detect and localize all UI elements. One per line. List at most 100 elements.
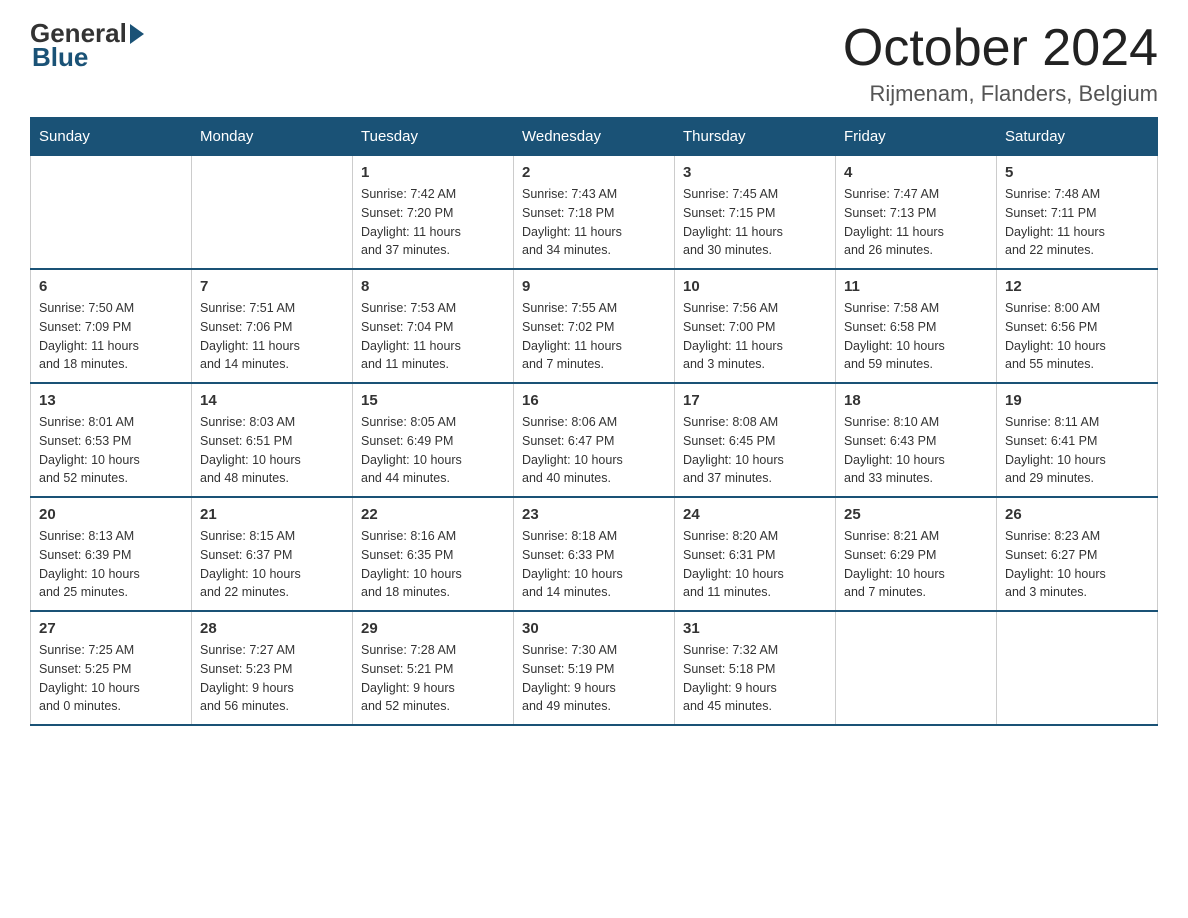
day-number: 23: [522, 506, 666, 523]
day-info: Sunrise: 7:28 AM Sunset: 5:21 PM Dayligh…: [361, 641, 505, 716]
day-number: 16: [522, 392, 666, 409]
cell-w3-d3: 16 Sunrise: 8:06 AM Sunset: 6:47 PM Dayli…: [514, 383, 675, 497]
cell-w4-d0: 20 Sunrise: 8:13 AM Sunset: 6:39 PM Dayli…: [31, 497, 192, 611]
day-info: Sunrise: 8:10 AM Sunset: 6:43 PM Dayligh…: [844, 413, 988, 488]
calendar-table: SundayMondayTuesdayWednesdayThursdayFrid…: [30, 117, 1158, 726]
cell-w2-d0: 6 Sunrise: 7:50 AM Sunset: 7:09 PM Daylig…: [31, 269, 192, 383]
day-info: Sunrise: 7:51 AM Sunset: 7:06 PM Dayligh…: [200, 299, 344, 374]
cell-w4-d3: 23Sunrise: 8:18 AM Sunset: 6:33 PM Dayli…: [514, 497, 675, 611]
week-row-2: 6 Sunrise: 7:50 AM Sunset: 7:09 PM Daylig…: [31, 269, 1158, 383]
cell-w1-d0: [31, 156, 192, 270]
page-header: General Blue October 2024 Rijmenam, Flan…: [30, 20, 1158, 107]
day-info: Sunrise: 8:15 AM Sunset: 6:37 PM Dayligh…: [200, 527, 344, 602]
day-info: Sunrise: 8:11 AM Sunset: 6:41 PM Dayligh…: [1005, 413, 1149, 488]
day-number: 30: [522, 620, 666, 637]
cell-w3-d6: 19Sunrise: 8:11 AM Sunset: 6:41 PM Dayli…: [997, 383, 1158, 497]
day-info: Sunrise: 7:43 AM Sunset: 7:18 PM Dayligh…: [522, 185, 666, 260]
cell-w4-d4: 24 Sunrise: 8:20 AM Sunset: 6:31 PM Dayli…: [675, 497, 836, 611]
cell-w4-d6: 26 Sunrise: 8:23 AM Sunset: 6:27 PM Dayli…: [997, 497, 1158, 611]
cell-w3-d4: 17Sunrise: 8:08 AM Sunset: 6:45 PM Dayli…: [675, 383, 836, 497]
cell-w2-d2: 8 Sunrise: 7:53 AM Sunset: 7:04 PM Daylig…: [353, 269, 514, 383]
day-info: Sunrise: 7:53 AM Sunset: 7:04 PM Dayligh…: [361, 299, 505, 374]
day-number: 13: [39, 392, 183, 409]
day-info: Sunrise: 8:23 AM Sunset: 6:27 PM Dayligh…: [1005, 527, 1149, 602]
day-info: Sunrise: 7:42 AM Sunset: 7:20 PM Dayligh…: [361, 185, 505, 260]
day-info: Sunrise: 7:47 AM Sunset: 7:13 PM Dayligh…: [844, 185, 988, 260]
day-number: 8: [361, 278, 505, 295]
day-number: 2: [522, 164, 666, 181]
header-monday: Monday: [192, 118, 353, 156]
cell-w1-d2: 1 Sunrise: 7:42 AM Sunset: 7:20 PM Daylig…: [353, 156, 514, 270]
header-thursday: Thursday: [675, 118, 836, 156]
day-number: 1: [361, 164, 505, 181]
day-info: Sunrise: 8:08 AM Sunset: 6:45 PM Dayligh…: [683, 413, 827, 488]
day-number: 24: [683, 506, 827, 523]
logo-arrow-icon: [130, 24, 144, 44]
day-info: Sunrise: 8:03 AM Sunset: 6:51 PM Dayligh…: [200, 413, 344, 488]
day-number: 4: [844, 164, 988, 181]
cell-w3-d1: 14 Sunrise: 8:03 AM Sunset: 6:51 PM Dayli…: [192, 383, 353, 497]
cell-w1-d6: 5 Sunrise: 7:48 AM Sunset: 7:11 PM Daylig…: [997, 156, 1158, 270]
cell-w2-d3: 9Sunrise: 7:55 AM Sunset: 7:02 PM Daylig…: [514, 269, 675, 383]
day-info: Sunrise: 7:56 AM Sunset: 7:00 PM Dayligh…: [683, 299, 827, 374]
day-number: 15: [361, 392, 505, 409]
cell-w2-d1: 7Sunrise: 7:51 AM Sunset: 7:06 PM Daylig…: [192, 269, 353, 383]
day-info: Sunrise: 8:20 AM Sunset: 6:31 PM Dayligh…: [683, 527, 827, 602]
day-number: 20: [39, 506, 183, 523]
day-info: Sunrise: 7:50 AM Sunset: 7:09 PM Dayligh…: [39, 299, 183, 374]
cell-w5-d5: [836, 611, 997, 725]
week-row-3: 13 Sunrise: 8:01 AM Sunset: 6:53 PM Dayli…: [31, 383, 1158, 497]
day-info: Sunrise: 7:45 AM Sunset: 7:15 PM Dayligh…: [683, 185, 827, 260]
day-info: Sunrise: 7:58 AM Sunset: 6:58 PM Dayligh…: [844, 299, 988, 374]
day-number: 18: [844, 392, 988, 409]
header-friday: Friday: [836, 118, 997, 156]
day-number: 12: [1005, 278, 1149, 295]
day-number: 29: [361, 620, 505, 637]
day-info: Sunrise: 7:27 AM Sunset: 5:23 PM Dayligh…: [200, 641, 344, 716]
cell-w2-d6: 12 Sunrise: 8:00 AM Sunset: 6:56 PM Dayli…: [997, 269, 1158, 383]
day-info: Sunrise: 8:21 AM Sunset: 6:29 PM Dayligh…: [844, 527, 988, 602]
day-number: 25: [844, 506, 988, 523]
day-info: Sunrise: 8:16 AM Sunset: 6:35 PM Dayligh…: [361, 527, 505, 602]
day-info: Sunrise: 7:25 AM Sunset: 5:25 PM Dayligh…: [39, 641, 183, 716]
cell-w1-d4: 3 Sunrise: 7:45 AM Sunset: 7:15 PM Daylig…: [675, 156, 836, 270]
day-info: Sunrise: 7:30 AM Sunset: 5:19 PM Dayligh…: [522, 641, 666, 716]
cell-w5-d1: 28 Sunrise: 7:27 AM Sunset: 5:23 PM Dayli…: [192, 611, 353, 725]
cell-w1-d1: [192, 156, 353, 270]
logo-blue-text: Blue: [32, 42, 88, 73]
week-row-1: 1 Sunrise: 7:42 AM Sunset: 7:20 PM Daylig…: [31, 156, 1158, 270]
day-number: 10: [683, 278, 827, 295]
day-number: 5: [1005, 164, 1149, 181]
day-info: Sunrise: 7:48 AM Sunset: 7:11 PM Dayligh…: [1005, 185, 1149, 260]
header-wednesday: Wednesday: [514, 118, 675, 156]
day-number: 3: [683, 164, 827, 181]
day-info: Sunrise: 8:00 AM Sunset: 6:56 PM Dayligh…: [1005, 299, 1149, 374]
day-info: Sunrise: 8:06 AM Sunset: 6:47 PM Dayligh…: [522, 413, 666, 488]
cell-w5-d0: 27 Sunrise: 7:25 AM Sunset: 5:25 PM Dayli…: [31, 611, 192, 725]
day-info: Sunrise: 8:01 AM Sunset: 6:53 PM Dayligh…: [39, 413, 183, 488]
day-number: 11: [844, 278, 988, 295]
day-number: 28: [200, 620, 344, 637]
cell-w3-d0: 13 Sunrise: 8:01 AM Sunset: 6:53 PM Dayli…: [31, 383, 192, 497]
day-info: Sunrise: 7:32 AM Sunset: 5:18 PM Dayligh…: [683, 641, 827, 716]
day-number: 6: [39, 278, 183, 295]
month-title: October 2024: [843, 20, 1158, 77]
location-text: Rijmenam, Flanders, Belgium: [843, 81, 1158, 107]
day-info: Sunrise: 8:13 AM Sunset: 6:39 PM Dayligh…: [39, 527, 183, 602]
cell-w1-d5: 4 Sunrise: 7:47 AM Sunset: 7:13 PM Daylig…: [836, 156, 997, 270]
cell-w5-d2: 29 Sunrise: 7:28 AM Sunset: 5:21 PM Dayli…: [353, 611, 514, 725]
cell-w3-d5: 18 Sunrise: 8:10 AM Sunset: 6:43 PM Dayli…: [836, 383, 997, 497]
header-saturday: Saturday: [997, 118, 1158, 156]
cell-w5-d6: [997, 611, 1158, 725]
header-row: SundayMondayTuesdayWednesdayThursdayFrid…: [31, 118, 1158, 156]
week-row-5: 27 Sunrise: 7:25 AM Sunset: 5:25 PM Dayli…: [31, 611, 1158, 725]
day-number: 26: [1005, 506, 1149, 523]
cell-w4-d5: 25 Sunrise: 8:21 AM Sunset: 6:29 PM Dayli…: [836, 497, 997, 611]
day-number: 9: [522, 278, 666, 295]
week-row-4: 20 Sunrise: 8:13 AM Sunset: 6:39 PM Dayli…: [31, 497, 1158, 611]
day-number: 27: [39, 620, 183, 637]
cell-w5-d3: 30 Sunrise: 7:30 AM Sunset: 5:19 PM Dayli…: [514, 611, 675, 725]
day-number: 14: [200, 392, 344, 409]
cell-w2-d4: 10 Sunrise: 7:56 AM Sunset: 7:00 PM Dayli…: [675, 269, 836, 383]
day-number: 22: [361, 506, 505, 523]
